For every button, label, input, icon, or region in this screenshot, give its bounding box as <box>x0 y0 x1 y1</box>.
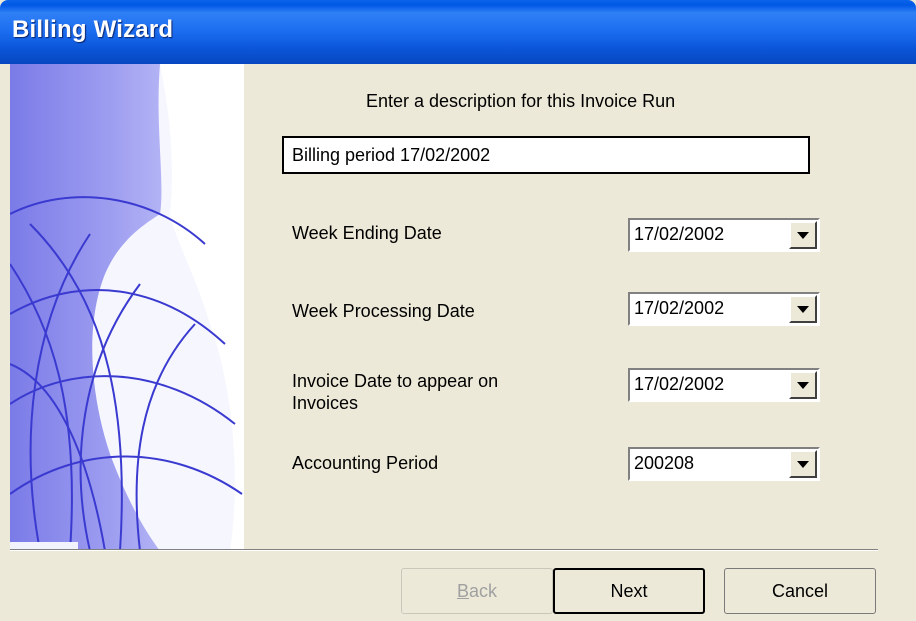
chevron-down-icon <box>797 232 809 239</box>
accounting-period-label: Accounting Period <box>292 453 439 473</box>
accounting-period-combo[interactable]: 200208 <box>628 447 820 481</box>
title-bar[interactable]: Billing Wizard <box>0 0 916 64</box>
week-processing-combo[interactable]: 17/02/2002 <box>628 292 820 326</box>
week-ending-value: 17/02/2002 <box>634 224 725 244</box>
button-separator <box>10 549 878 551</box>
back-label-rest: ack <box>469 580 498 601</box>
invoice-date-label: Invoice Date to appear on Invoices <box>292 370 498 414</box>
description-prompt: Enter a description for this Invoice Run <box>366 91 676 111</box>
invoice-date-value: 17/02/2002 <box>634 374 725 394</box>
week-ending-label: Week Ending Date <box>292 223 442 243</box>
globe-artwork <box>10 64 244 551</box>
accounting-period-dropdown-button[interactable] <box>789 450 817 478</box>
wizard-banner-image <box>10 64 244 551</box>
invoice-date-dropdown-button[interactable] <box>789 371 817 399</box>
accounting-period-value: 200208 <box>634 453 695 473</box>
cancel-button[interactable]: Cancel <box>724 568 876 614</box>
chevron-down-icon <box>797 461 809 468</box>
back-mnemonic: B <box>456 580 469 601</box>
back-button[interactable]: Back <box>401 568 553 614</box>
description-input[interactable] <box>282 136 810 174</box>
week-processing-label: Week Processing Date <box>292 301 475 321</box>
invoice-date-combo[interactable]: 17/02/2002 <box>628 368 820 402</box>
invoice-date-label-line2: Invoices <box>292 393 359 413</box>
chevron-down-icon <box>797 306 809 313</box>
week-ending-dropdown-button[interactable] <box>789 221 817 249</box>
chevron-down-icon <box>797 382 809 389</box>
next-button[interactable]: Next <box>553 568 705 614</box>
invoice-date-label-line1: Invoice Date to appear on <box>292 371 499 391</box>
week-processing-value: 17/02/2002 <box>634 298 725 318</box>
window-title: Billing Wizard <box>12 16 174 43</box>
wizard-window: Enter a description for this Invoice Run… <box>0 64 916 621</box>
week-ending-combo[interactable]: 17/02/2002 <box>628 218 820 252</box>
week-processing-dropdown-button[interactable] <box>789 295 817 323</box>
